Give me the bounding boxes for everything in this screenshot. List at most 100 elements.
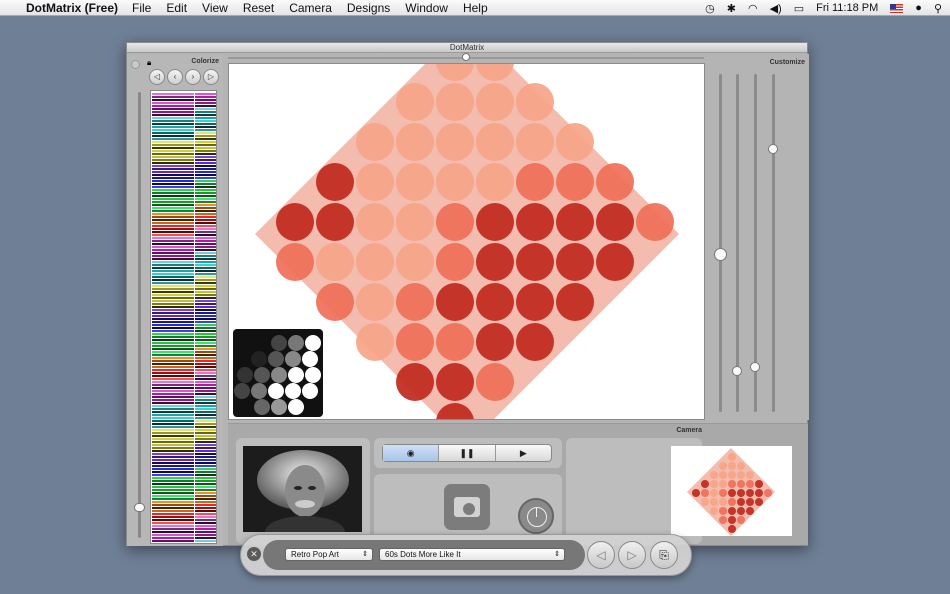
palette-swatch[interactable] <box>152 174 194 176</box>
save-preset-button[interactable]: ⎘ <box>650 541 678 569</box>
palette-swatch[interactable] <box>195 348 216 350</box>
customize-slider-1-knob[interactable] <box>714 248 727 261</box>
previous-palette-button[interactable]: ‹ <box>167 69 183 85</box>
palette-swatch[interactable] <box>152 537 194 539</box>
customize-slider-4-knob[interactable] <box>768 144 778 154</box>
palette-swatch[interactable] <box>195 96 216 98</box>
palette-swatch[interactable] <box>152 276 194 278</box>
palette-swatch[interactable] <box>152 465 194 467</box>
palette-swatch[interactable] <box>195 444 216 446</box>
palette-swatch[interactable] <box>195 126 216 128</box>
palette-swatch[interactable] <box>152 507 194 509</box>
palette-swatch[interactable] <box>152 495 194 497</box>
palette-swatch[interactable] <box>195 417 216 419</box>
palette-swatch[interactable] <box>195 174 216 176</box>
palette-swatch[interactable] <box>195 117 216 119</box>
palette-swatch[interactable] <box>195 198 216 200</box>
palette-swatch[interactable] <box>152 300 194 302</box>
menu-reset[interactable]: Reset <box>243 1 274 15</box>
palette-swatch[interactable] <box>195 207 216 209</box>
palette-swatch[interactable] <box>195 528 216 530</box>
palette-swatch[interactable] <box>152 498 194 500</box>
palette-swatch[interactable] <box>152 477 194 479</box>
bluetooth-icon[interactable]: ✱ <box>727 2 736 15</box>
palette-swatch[interactable] <box>152 159 194 161</box>
first-palette-button[interactable]: ◁ <box>149 69 165 85</box>
palette-swatch[interactable] <box>195 141 216 143</box>
palette-swatch[interactable] <box>195 294 216 296</box>
palette-swatch[interactable] <box>152 444 194 446</box>
menu-file[interactable]: File <box>132 1 151 15</box>
palette-swatch[interactable] <box>152 231 194 233</box>
palette-swatch[interactable] <box>152 420 194 422</box>
palette-swatch[interactable] <box>152 381 194 383</box>
palette-swatch[interactable] <box>195 273 216 275</box>
palette-swatch[interactable] <box>152 486 194 488</box>
palette-swatch[interactable] <box>195 363 216 365</box>
palette-swatch[interactable] <box>152 450 194 452</box>
palette-swatch[interactable] <box>152 426 194 428</box>
palette-swatch[interactable] <box>152 396 194 398</box>
palette-swatch[interactable] <box>152 318 194 320</box>
palette-swatch[interactable] <box>152 255 194 257</box>
spotlight-search-icon[interactable]: ⚲ <box>934 2 942 15</box>
palette-swatch[interactable] <box>195 345 216 347</box>
palette-swatch[interactable] <box>195 333 216 335</box>
palette-swatch[interactable] <box>195 135 216 137</box>
palette-swatch[interactable] <box>195 507 216 509</box>
palette-swatch[interactable] <box>195 306 216 308</box>
palette-swatch[interactable] <box>152 189 194 191</box>
palette-swatch[interactable] <box>195 519 216 521</box>
palette-swatch[interactable] <box>152 438 194 440</box>
palette-swatch[interactable] <box>152 534 194 536</box>
palette-swatch[interactable] <box>195 228 216 230</box>
palette-swatch[interactable] <box>195 516 216 518</box>
window-title[interactable]: DotMatrix <box>127 43 807 53</box>
volume-icon[interactable]: ◀) <box>770 2 782 15</box>
palette-swatch[interactable] <box>195 315 216 317</box>
palette-swatch[interactable] <box>152 480 194 482</box>
palette-swatch[interactable] <box>152 198 194 200</box>
palette-swatch[interactable] <box>195 498 216 500</box>
palette-swatch[interactable] <box>195 501 216 503</box>
palette-swatch[interactable] <box>195 330 216 332</box>
palette-swatch[interactable] <box>195 264 216 266</box>
palette-swatch[interactable] <box>152 531 194 533</box>
dot-matrix-canvas[interactable] <box>228 63 705 420</box>
palette-swatch[interactable] <box>152 261 194 263</box>
palette-swatch[interactable] <box>195 453 216 455</box>
palette-swatch[interactable] <box>152 336 194 338</box>
preset-category-select[interactable]: Retro Pop Art ⇕ <box>285 548 373 561</box>
palette-swatch[interactable] <box>195 483 216 485</box>
palette-swatch[interactable] <box>152 387 194 389</box>
palette-swatch[interactable] <box>152 225 194 227</box>
menu-camera[interactable]: Camera <box>289 1 332 15</box>
palette-swatch[interactable] <box>195 468 216 470</box>
palette-swatch[interactable] <box>152 264 194 266</box>
palette-swatch[interactable] <box>195 426 216 428</box>
palette-swatch[interactable] <box>152 315 194 317</box>
palette-swatch[interactable] <box>152 117 194 119</box>
palette-swatch[interactable] <box>195 438 216 440</box>
palette-swatch[interactable] <box>195 393 216 395</box>
palette-swatch[interactable] <box>152 138 194 140</box>
user-icon[interactable]: ● <box>915 2 922 14</box>
palette-swatch[interactable] <box>195 258 216 260</box>
palette-swatch[interactable] <box>152 504 194 506</box>
palette-swatch[interactable] <box>195 327 216 329</box>
palette-swatch[interactable] <box>195 321 216 323</box>
palette-swatch[interactable] <box>195 93 216 95</box>
palette-swatch[interactable] <box>152 330 194 332</box>
palette-swatch[interactable] <box>195 360 216 362</box>
lock-icon[interactable]: 🔒︎ <box>147 58 151 68</box>
palette-swatch[interactable] <box>195 192 216 194</box>
palette-swatch[interactable] <box>195 282 216 284</box>
palette-swatch[interactable] <box>195 285 216 287</box>
palette-swatch[interactable] <box>152 435 194 437</box>
palette-swatch[interactable] <box>152 447 194 449</box>
palette-swatch[interactable] <box>195 177 216 179</box>
palette-swatch[interactable] <box>152 345 194 347</box>
palette-swatch[interactable] <box>152 408 194 410</box>
palette-swatch[interactable] <box>195 288 216 290</box>
palette-swatch[interactable] <box>152 354 194 356</box>
